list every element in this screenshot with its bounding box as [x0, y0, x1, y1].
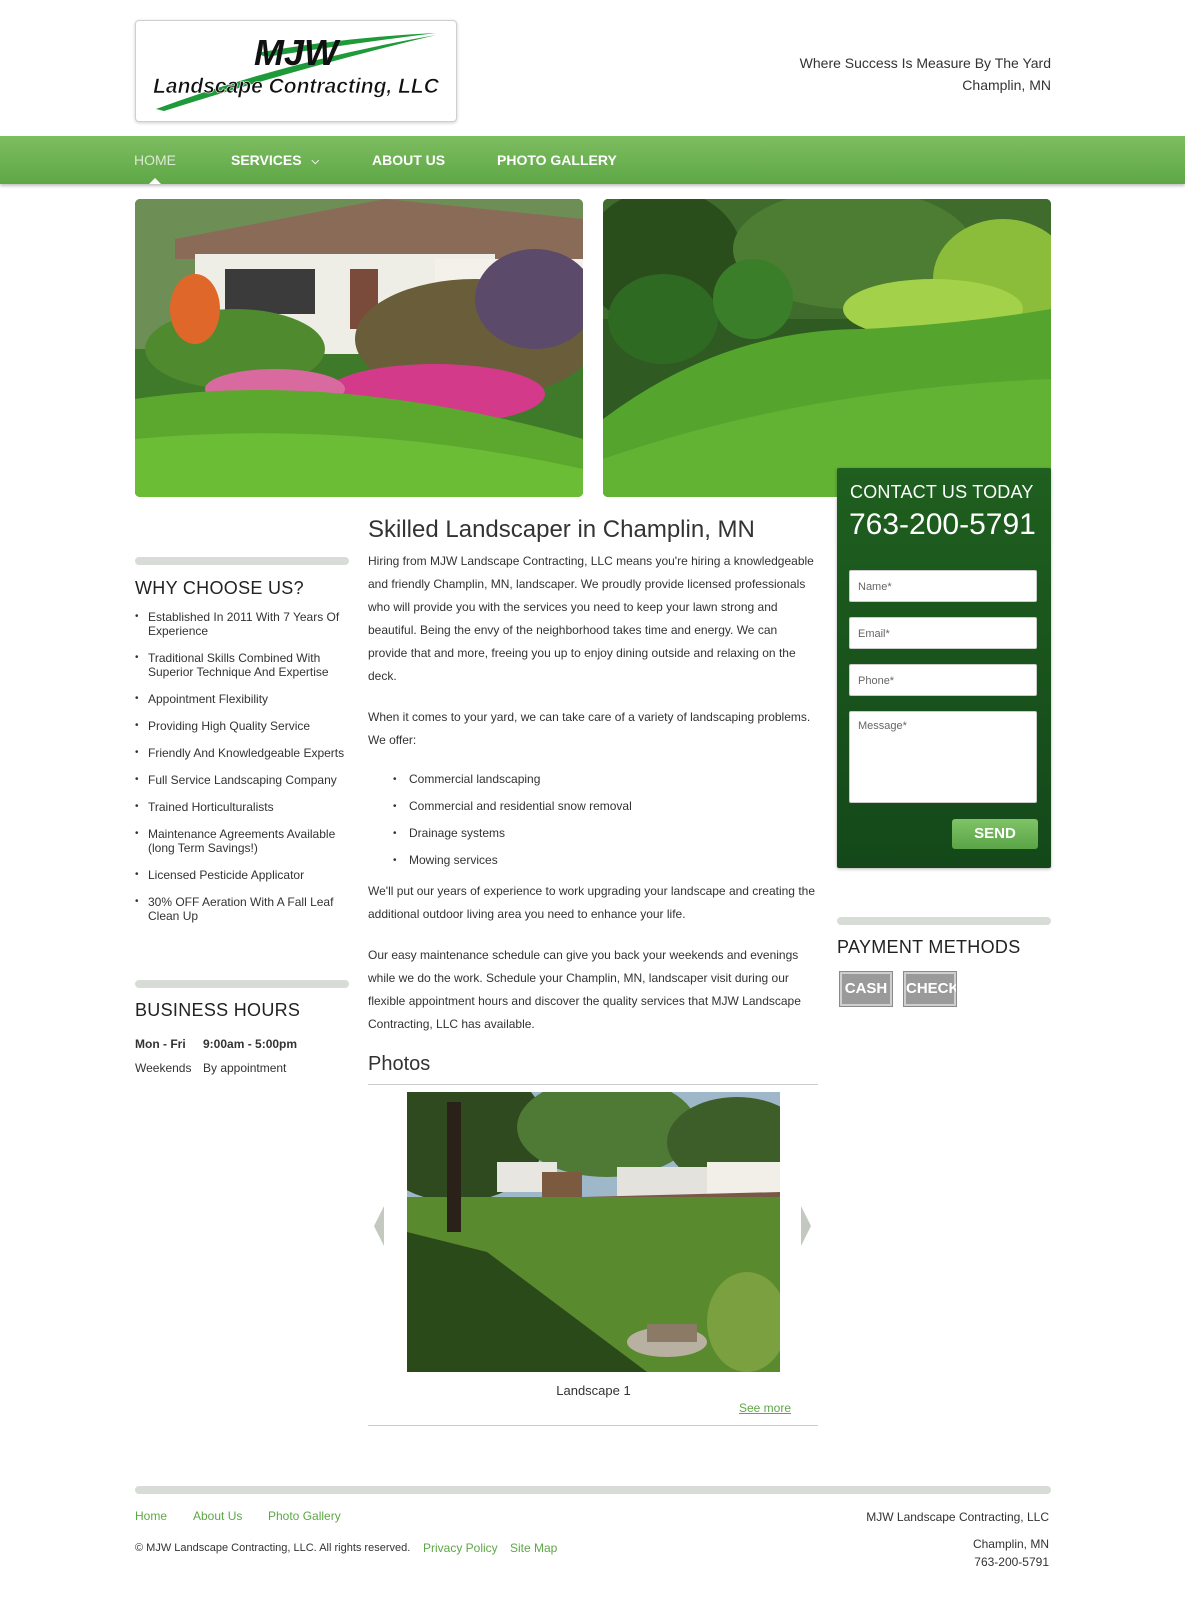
nav-services-label: SERVICES [231, 152, 302, 168]
intro-paragraph: Hiring from MJW Landscape Contracting, L… [368, 554, 814, 683]
list-item: Traditional Skills Combined With Superio… [135, 651, 350, 679]
list-item: Commercial landscaping [393, 766, 632, 793]
list-item: 30% OFF Aeration With A Fall Leaf Clean … [135, 895, 350, 923]
hours-time: 9:00am - 5:00pm [203, 1037, 298, 1051]
chevron-down-icon: ⌵ [311, 156, 320, 167]
footer-phone[interactable]: 763-200-5791 [973, 1553, 1049, 1571]
list-item: Trained Horticulturalists [135, 800, 350, 814]
email-field[interactable]: Email* [849, 617, 1037, 649]
hours-row: Weekends By appointment [135, 1061, 286, 1075]
list-item: Friendly And Knowledgeable Experts [135, 746, 350, 760]
list-item: Appointment Flexibility [135, 692, 350, 706]
contact-phone[interactable]: 763-200-5791 [849, 508, 1036, 542]
nav-home[interactable]: HOME [134, 136, 176, 184]
divider [135, 557, 349, 565]
nav-photo-gallery[interactable]: PHOTO GALLERY [497, 136, 617, 184]
footer-link-about[interactable]: About Us [193, 1509, 242, 1523]
photos-heading: Photos [368, 1053, 431, 1075]
hours-day: Weekends [135, 1061, 192, 1075]
page-title: Skilled Landscaper in Champlin, MN [368, 516, 755, 543]
footer-link-home[interactable]: Home [135, 1509, 167, 1523]
divider [368, 1084, 818, 1085]
site-map-link[interactable]: Site Map [510, 1541, 557, 1555]
business-hours-heading: BUSINESS HOURS [135, 1000, 301, 1020]
experience-paragraph: We'll put our years of experience to wor… [368, 884, 815, 921]
message-field[interactable]: Message* [849, 711, 1037, 803]
check-badge: CHECK [903, 971, 959, 1007]
hero-image-house [135, 199, 583, 497]
services-list: Commercial landscaping Commercial and re… [393, 766, 632, 874]
header-tagline: Where Success Is Measure By The Yard Cha… [800, 52, 1051, 96]
tagline-text: Where Success Is Measure By The Yard [799, 55, 1051, 71]
list-item: Full Service Landscaping Company [135, 773, 350, 787]
gallery-caption: Landscape 1 [556, 1383, 631, 1398]
hours-row: Mon - Fri 9:00am - 5:00pm [135, 1037, 297, 1051]
footer-city: Champlin, MN [972, 1537, 1049, 1551]
footer-address: Champlin, MN 763-200-5791 [973, 1535, 1049, 1571]
list-item: Established In 2011 With 7 Years Of Expe… [135, 610, 350, 638]
send-button[interactable]: SEND [952, 819, 1038, 849]
divider [368, 1425, 818, 1426]
hours-day: Mon - Fri [135, 1037, 186, 1051]
why-choose-list: Established In 2011 With 7 Years Of Expe… [135, 610, 350, 936]
footer-divider [135, 1486, 1051, 1494]
footer-link-gallery[interactable]: Photo Gallery [268, 1509, 341, 1523]
header-location: Champlin, MN [962, 77, 1051, 93]
schedule-paragraph: Our easy maintenance schedule can give y… [368, 948, 801, 1031]
logo-title: MJW [254, 32, 341, 73]
name-field[interactable]: Name* [849, 570, 1037, 602]
gallery-prev-icon[interactable] [374, 1206, 384, 1246]
list-item: Commercial and residential snow removal [393, 793, 632, 820]
hero-image-lawn [603, 199, 1051, 497]
list-item: Drainage systems [393, 820, 632, 847]
gallery-next-icon[interactable] [801, 1206, 811, 1246]
logo[interactable]: MJW Landscape Contracting, LLC [135, 20, 457, 122]
nav-about-us[interactable]: ABOUT US [372, 136, 445, 184]
active-nav-indicator [149, 178, 161, 184]
hours-time: By appointment [203, 1061, 287, 1075]
list-item: Mowing services [393, 847, 632, 874]
see-more-link[interactable]: See more [739, 1401, 791, 1415]
logo-graphic: MJW Landscape Contracting, LLC [153, 32, 440, 111]
footer-company: MJW Landscape Contracting, LLC [866, 1510, 1049, 1524]
gallery-image[interactable] [407, 1092, 780, 1372]
logo-subtitle: Landscape Contracting, LLC [153, 75, 440, 98]
list-item: Providing High Quality Service [135, 719, 350, 733]
list-item: Maintenance Agreements Available (long T… [135, 827, 350, 855]
list-item: Licensed Pesticide Applicator [135, 868, 350, 882]
divider [135, 980, 349, 988]
offer-intro-paragraph: When it comes to your yard, we can take … [368, 710, 811, 747]
cash-badge: CASH [839, 971, 893, 1007]
phone-field[interactable]: Phone* [849, 664, 1037, 696]
main-nav: HOME SERVICES ⌵ ABOUT US PHOTO GALLERY [0, 136, 1185, 184]
copyright: © MJW Landscape Contracting, LLC. All ri… [135, 1542, 411, 1554]
why-choose-heading: WHY CHOOSE US? [135, 578, 304, 598]
nav-services[interactable]: SERVICES ⌵ [231, 136, 319, 184]
contact-form: CONTACT US TODAY 763-200-5791 Name* Emai… [837, 468, 1051, 868]
privacy-policy-link[interactable]: Privacy Policy [423, 1541, 498, 1555]
contact-heading: CONTACT US TODAY [850, 482, 1034, 502]
payment-methods-heading: PAYMENT METHODS [837, 937, 1021, 957]
divider [837, 917, 1051, 925]
